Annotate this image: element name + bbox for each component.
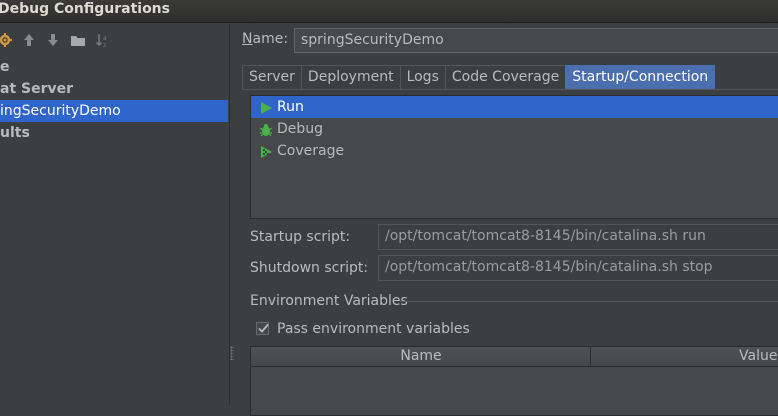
move-down-icon[interactable] (44, 30, 62, 50)
svg-text:a: a (103, 35, 107, 42)
tree-item-defaults[interactable]: ults (0, 122, 228, 144)
mode-item-debug[interactable]: Debug (251, 118, 778, 140)
env-variables-table: Name Value (250, 346, 778, 416)
debug-bug-icon (259, 122, 273, 137)
mode-label-run: Run (277, 99, 304, 115)
window-title: Debug Configurations (0, 1, 170, 17)
column-header-value[interactable]: Value (739, 347, 777, 366)
tab-logs[interactable]: Logs (399, 65, 446, 89)
startup-script-label: Startup script: (250, 229, 351, 245)
name-label-rest: ame: (252, 31, 289, 47)
name-input[interactable]: springSecurityDemo (294, 28, 778, 53)
coverage-icon (259, 144, 273, 158)
section-separator (400, 301, 778, 302)
startup-script-field[interactable]: /opt/tomcat/tomcat8-8145/bin/catalina.sh… (378, 224, 778, 250)
column-divider[interactable] (590, 347, 591, 366)
shutdown-script-label: Shutdown script: (250, 260, 369, 276)
mode-item-run[interactable]: Run (251, 96, 778, 118)
name-label: Name: (242, 31, 288, 47)
name-mnemonic: N (242, 31, 253, 47)
window-titlebar: Debug Configurations (0, 0, 778, 23)
config-tabs: Server Deployment Logs Code Coverage Sta… (242, 65, 716, 89)
tab-deployment[interactable]: Deployment (300, 65, 401, 89)
folder-icon[interactable] (69, 30, 87, 50)
pass-env-label[interactable]: Pass environment variables (277, 321, 470, 337)
sort-icon[interactable]: az (94, 30, 112, 50)
config-toolbar: az (0, 30, 228, 50)
tree-item-application[interactable]: e (0, 56, 228, 78)
run-icon (259, 100, 273, 114)
tree-item-springsecuritydemo[interactable]: ingSecurityDemo (0, 100, 228, 122)
mode-label-debug: Debug (277, 121, 324, 137)
tab-divider (242, 89, 778, 90)
tab-code-coverage[interactable]: Code Coverage (444, 65, 567, 89)
splitter-grip[interactable] (230, 346, 234, 360)
tab-startup-connection[interactable]: Startup/Connection (565, 65, 716, 89)
settings-wrench-icon[interactable] (0, 30, 14, 50)
env-section-title: Environment Variables (250, 293, 408, 309)
tab-server[interactable]: Server (242, 65, 302, 89)
column-header-name[interactable]: Name (251, 347, 591, 366)
table-header: Name Value (251, 347, 778, 367)
move-up-icon[interactable] (20, 30, 38, 50)
mode-label-coverage: Coverage (277, 143, 345, 159)
shutdown-script-field[interactable]: /opt/tomcat/tomcat8-8145/bin/catalina.sh… (378, 255, 778, 281)
tree-item-tomcat-server[interactable]: at Server (0, 78, 228, 100)
startup-modes-list: Run Debug Coverage (250, 95, 778, 219)
configuration-tree: e at Server ingSecurityDemo ults (0, 56, 228, 144)
svg-text:z: z (103, 42, 106, 48)
check-icon (258, 323, 269, 333)
mode-item-coverage[interactable]: Coverage (251, 140, 778, 162)
pass-env-checkbox[interactable] (256, 322, 269, 335)
